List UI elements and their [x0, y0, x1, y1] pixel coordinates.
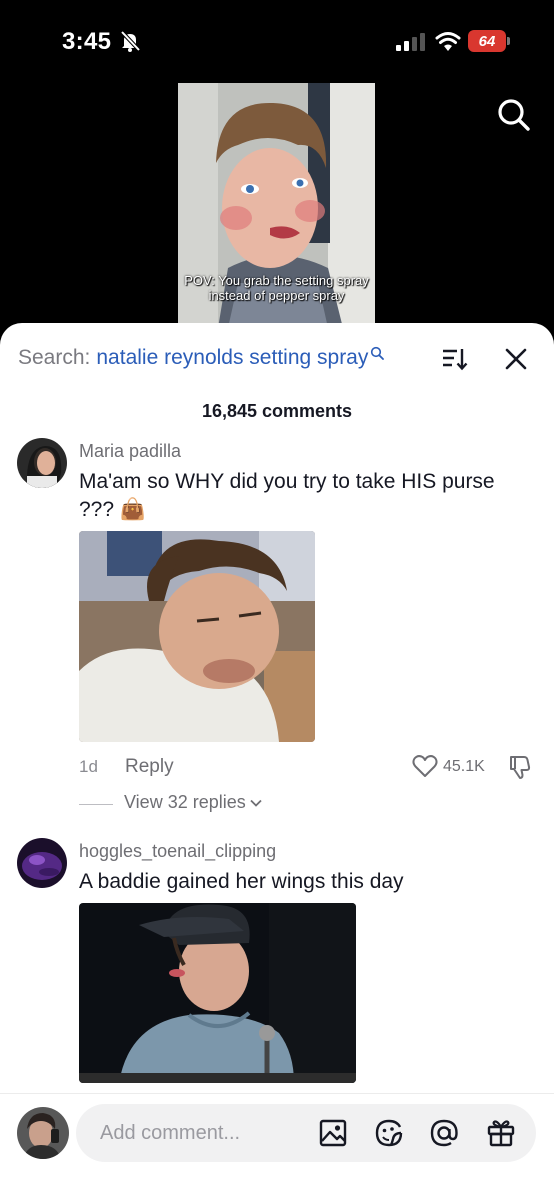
video-caption: POV: You grab the setting spray instead …	[184, 273, 369, 303]
like-count: 45.1K	[443, 758, 485, 775]
search-icon	[371, 346, 385, 360]
avatar[interactable]	[17, 838, 67, 888]
comment-composer-bar	[0, 1093, 554, 1200]
comment-gif-image[interactable]	[79, 903, 356, 1083]
video-preview[interactable]: POV: You grab the setting spray instead …	[178, 83, 375, 328]
replies-divider	[79, 804, 113, 805]
wifi-icon	[435, 32, 461, 51]
view-replies-label: View 32 replies	[124, 792, 246, 812]
battery-level: 64	[478, 32, 496, 50]
comment-gif-image[interactable]	[79, 531, 315, 742]
view-replies-button[interactable]: View 32 replies	[124, 792, 263, 813]
search-icon[interactable]	[496, 97, 532, 133]
comment-age: 1d	[79, 757, 98, 776]
thumbs-down-icon[interactable]	[507, 754, 533, 780]
comment-text: A baddie gained her wings this day	[79, 870, 404, 893]
comment-text: Ma'am so WHY did you try to take HIS pur…	[79, 470, 495, 521]
avatar[interactable]	[17, 438, 67, 488]
comment-input[interactable]	[100, 1104, 320, 1162]
image-icon[interactable]	[318, 1118, 348, 1148]
search-query-link[interactable]: natalie reynolds setting spray	[96, 346, 368, 370]
search-prefix: Search:	[18, 346, 91, 369]
avatar[interactable]	[17, 1107, 69, 1159]
heart-icon[interactable]	[412, 754, 438, 778]
search-suggestion[interactable]: Search: natalie reynolds setting spray	[18, 343, 385, 373]
emoji-icon[interactable]	[374, 1118, 404, 1148]
comment-input-container[interactable]	[76, 1104, 536, 1162]
reply-button[interactable]: Reply	[125, 756, 174, 778]
at-mention-icon[interactable]	[429, 1118, 459, 1148]
close-icon[interactable]	[505, 348, 527, 370]
cellular-signal-icon	[396, 33, 425, 51]
chevron-down-icon	[250, 799, 262, 807]
comment-count: 16,845 comments	[201, 401, 353, 421]
battery-indicator: 64	[468, 30, 510, 52]
comment-username[interactable]: Maria padilla	[79, 441, 181, 462]
comment-username[interactable]: hoggles_toenail_clipping	[79, 841, 276, 862]
status-bar: 3:45 64	[0, 0, 554, 80]
comments-sheet: Search: natalie reynolds setting spray 1…	[0, 323, 554, 1200]
gift-icon[interactable]	[486, 1118, 516, 1148]
sort-icon[interactable]	[442, 347, 468, 371]
status-time: 3:45	[62, 28, 112, 55]
bell-slash-icon	[120, 30, 141, 52]
